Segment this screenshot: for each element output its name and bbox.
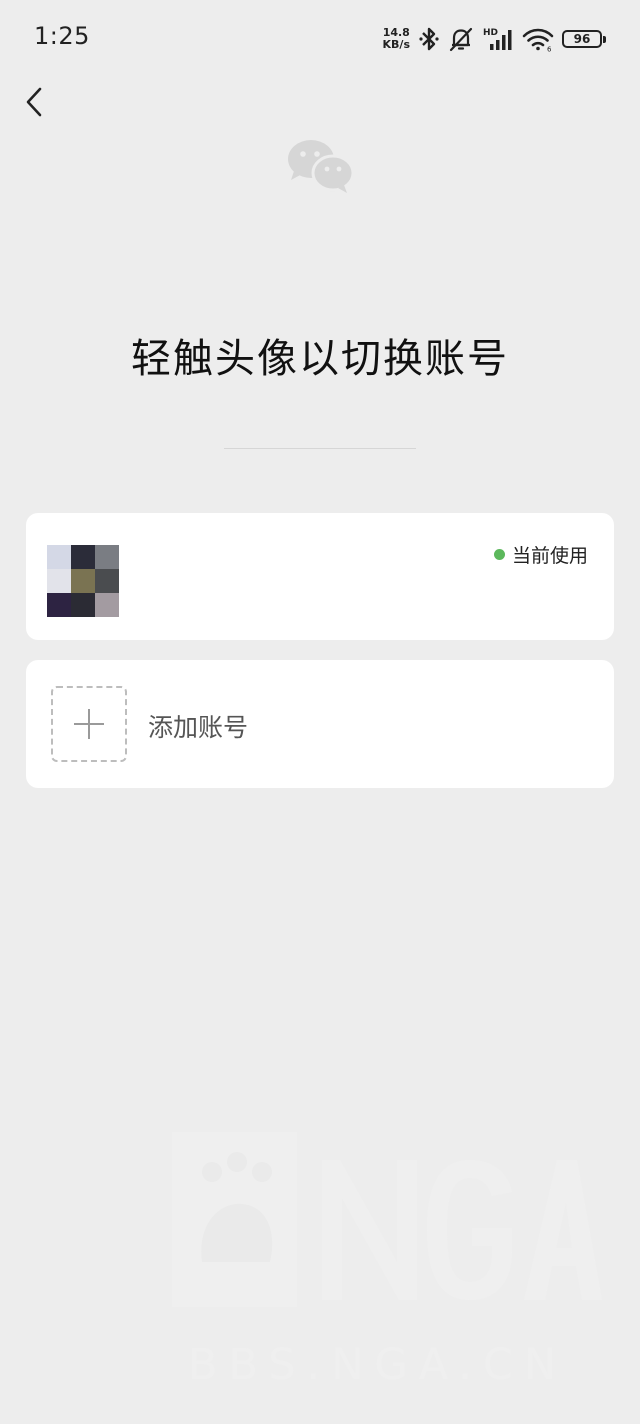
hd-signal-icon: HD bbox=[483, 28, 512, 50]
avatar-pixel bbox=[47, 569, 71, 593]
add-account-box bbox=[51, 686, 127, 762]
battery-icon: 96 bbox=[562, 30, 606, 48]
avatar-pixel bbox=[95, 593, 119, 617]
add-account-button[interactable]: 添加账号 bbox=[26, 660, 614, 788]
current-status: 当前使用 bbox=[493, 541, 588, 568]
avatar-pixel bbox=[95, 569, 119, 593]
status-dot-icon bbox=[493, 549, 505, 560]
avatar-pixel bbox=[71, 545, 95, 569]
wifi-icon: 6 bbox=[522, 28, 554, 53]
add-account-label: 添加账号 bbox=[148, 713, 249, 742]
status-bar: 1:25 14.8 KB/s HD 6 96 bbox=[0, 0, 640, 80]
bluetooth-icon bbox=[419, 27, 439, 51]
network-speed: 14.8 KB/s bbox=[383, 27, 410, 51]
page-title: 轻触头像以切换账号 bbox=[131, 336, 509, 382]
svg-text:HD: HD bbox=[483, 28, 498, 38]
avatar-pixel bbox=[47, 593, 71, 617]
status-icons: 14.8 KB/s HD 6 96 bbox=[383, 24, 606, 54]
battery-level: 96 bbox=[573, 32, 591, 46]
svg-text:6: 6 bbox=[547, 46, 552, 53]
chevron-left-icon bbox=[26, 87, 42, 117]
wechat-logo-icon bbox=[288, 140, 355, 193]
net-speed-unit: KB/s bbox=[382, 38, 410, 51]
back-button[interactable] bbox=[14, 80, 54, 124]
account-card-current[interactable]: 当前使用 bbox=[26, 513, 614, 640]
watermark: BBS.NGA.CN bbox=[172, 1132, 602, 1392]
avatar-pixel bbox=[47, 545, 71, 569]
plus-icon bbox=[74, 709, 104, 739]
title-divider bbox=[224, 448, 416, 449]
avatar-pixel bbox=[71, 569, 95, 593]
status-time: 1:25 bbox=[34, 22, 90, 50]
avatar[interactable] bbox=[47, 545, 119, 617]
avatar-pixel bbox=[71, 593, 95, 617]
status-label: 当前使用 bbox=[511, 545, 588, 567]
avatar-pixel bbox=[95, 545, 119, 569]
watermark-text: BBS.NGA.CN bbox=[188, 1340, 568, 1390]
mute-bell-icon bbox=[449, 27, 473, 52]
nga-logo-icon bbox=[172, 1132, 602, 1307]
